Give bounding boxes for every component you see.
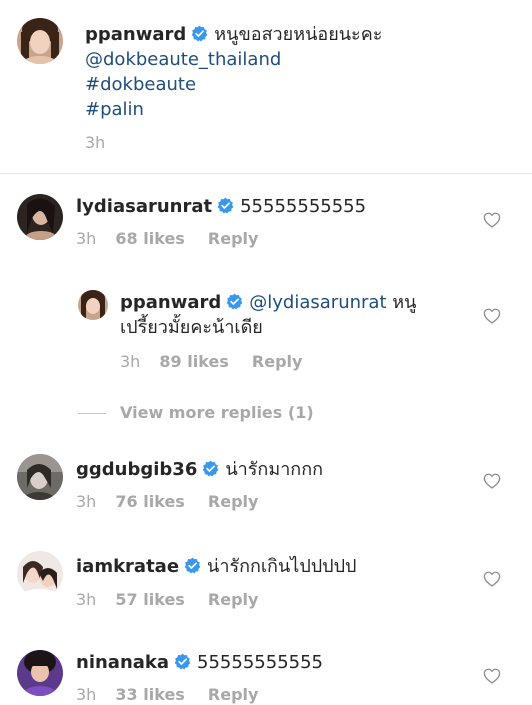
comment-reply-button[interactable]: Reply [208,685,259,705]
reply-text-line-1: หนู [392,292,417,313]
heart-icon[interactable] [483,668,501,684]
verified-badge-icon [184,557,201,574]
reply-meta: 3h 89 likes Reply [120,352,302,372]
verified-badge-icon [217,197,234,214]
comment-line-2: ggdubgib36 น่ารักมากกก [76,458,323,482]
comment-reply-button[interactable]: Reply [208,229,259,249]
verified-badge-icon [191,25,208,42]
reply-text-line-2: เปรี้ยวมั้ยคะน้าเดีย [120,317,263,338]
post-caption-line-1: ppanward หนูขอสวยหน่อยนะคะ [85,22,382,47]
comment-line-3: iamkratae น่ารักกเกินไปปปปป [76,555,356,579]
comment-avatar-lydiasarunrat[interactable] [17,194,63,240]
heart-icon[interactable] [483,473,501,489]
comment-meta: 3h 57 likes Reply [76,590,258,610]
comment-likes[interactable]: 57 likes [115,590,184,610]
post-hashtag-1[interactable]: #dokbeaute [85,72,196,97]
reply-line-1: ppanward @lydiasarunrat หนู [120,291,416,315]
comment-text: น่ารักมากกก [225,459,323,480]
post-caption-text: หนูขอสวยหน่อยนะคะ [214,24,383,45]
comment-username[interactable]: lydiasarunrat [76,196,212,217]
comment-line-4: ninanaka 55555555555 [76,651,323,675]
post-hashtag-2[interactable]: #palin [85,97,144,122]
comment-likes[interactable]: 68 likes [115,229,184,249]
reply-reply-button[interactable]: Reply [252,352,303,372]
reply-username[interactable]: ppanward [120,292,221,313]
heart-icon[interactable] [483,571,501,587]
comment-time: 3h [76,492,97,511]
comment-avatar-ninanaka[interactable] [17,650,63,696]
comment-time: 3h [76,590,97,609]
comment-meta: 3h 68 likes Reply [76,229,258,249]
heart-icon[interactable] [483,308,501,324]
comment-likes[interactable]: 76 likes [115,492,184,512]
post-author-avatar[interactable] [17,18,63,64]
verified-badge-icon [174,653,191,670]
post-caption-mention[interactable]: @dokbeaute_thailand [85,47,281,72]
post-author-username[interactable]: ppanward [85,24,186,45]
view-more-divider [78,413,106,414]
comment-username[interactable]: ggdubgib36 [76,459,197,480]
comment-time: 3h [76,685,97,704]
comment-username[interactable]: iamkratae [76,556,179,577]
verified-badge-icon [202,460,219,477]
comment-line-1: lydiasarunrat 55555555555 [76,195,366,219]
comment-meta: 3h 76 likes Reply [76,492,258,512]
comment-text: 55555555555 [197,652,324,673]
verified-badge-icon [226,293,243,310]
reply-avatar-ppanward[interactable] [78,290,108,320]
caption-divider [0,173,532,174]
reply-time: 3h [120,352,141,371]
reply-mention[interactable]: @lydiasarunrat [249,292,386,313]
comment-reply-button[interactable]: Reply [208,590,259,610]
heart-icon[interactable] [483,212,501,228]
comment-avatar-iamkratae[interactable] [17,551,63,597]
comment-username[interactable]: ninanaka [76,652,169,673]
reply-likes[interactable]: 89 likes [159,352,228,372]
comment-text: น่ารักกเกินไปปปปป [207,556,357,577]
comment-meta: 3h 33 likes Reply [76,685,258,705]
comment-reply-button[interactable]: Reply [208,492,259,512]
comment-time: 3h [76,229,97,248]
post-time: 3h [85,133,106,152]
comment-likes[interactable]: 33 likes [115,685,184,705]
comment-text: 55555555555 [240,196,367,217]
view-more-replies-button[interactable]: View more replies (1) [120,403,314,423]
comment-avatar-ggdubgib36[interactable] [17,454,63,500]
